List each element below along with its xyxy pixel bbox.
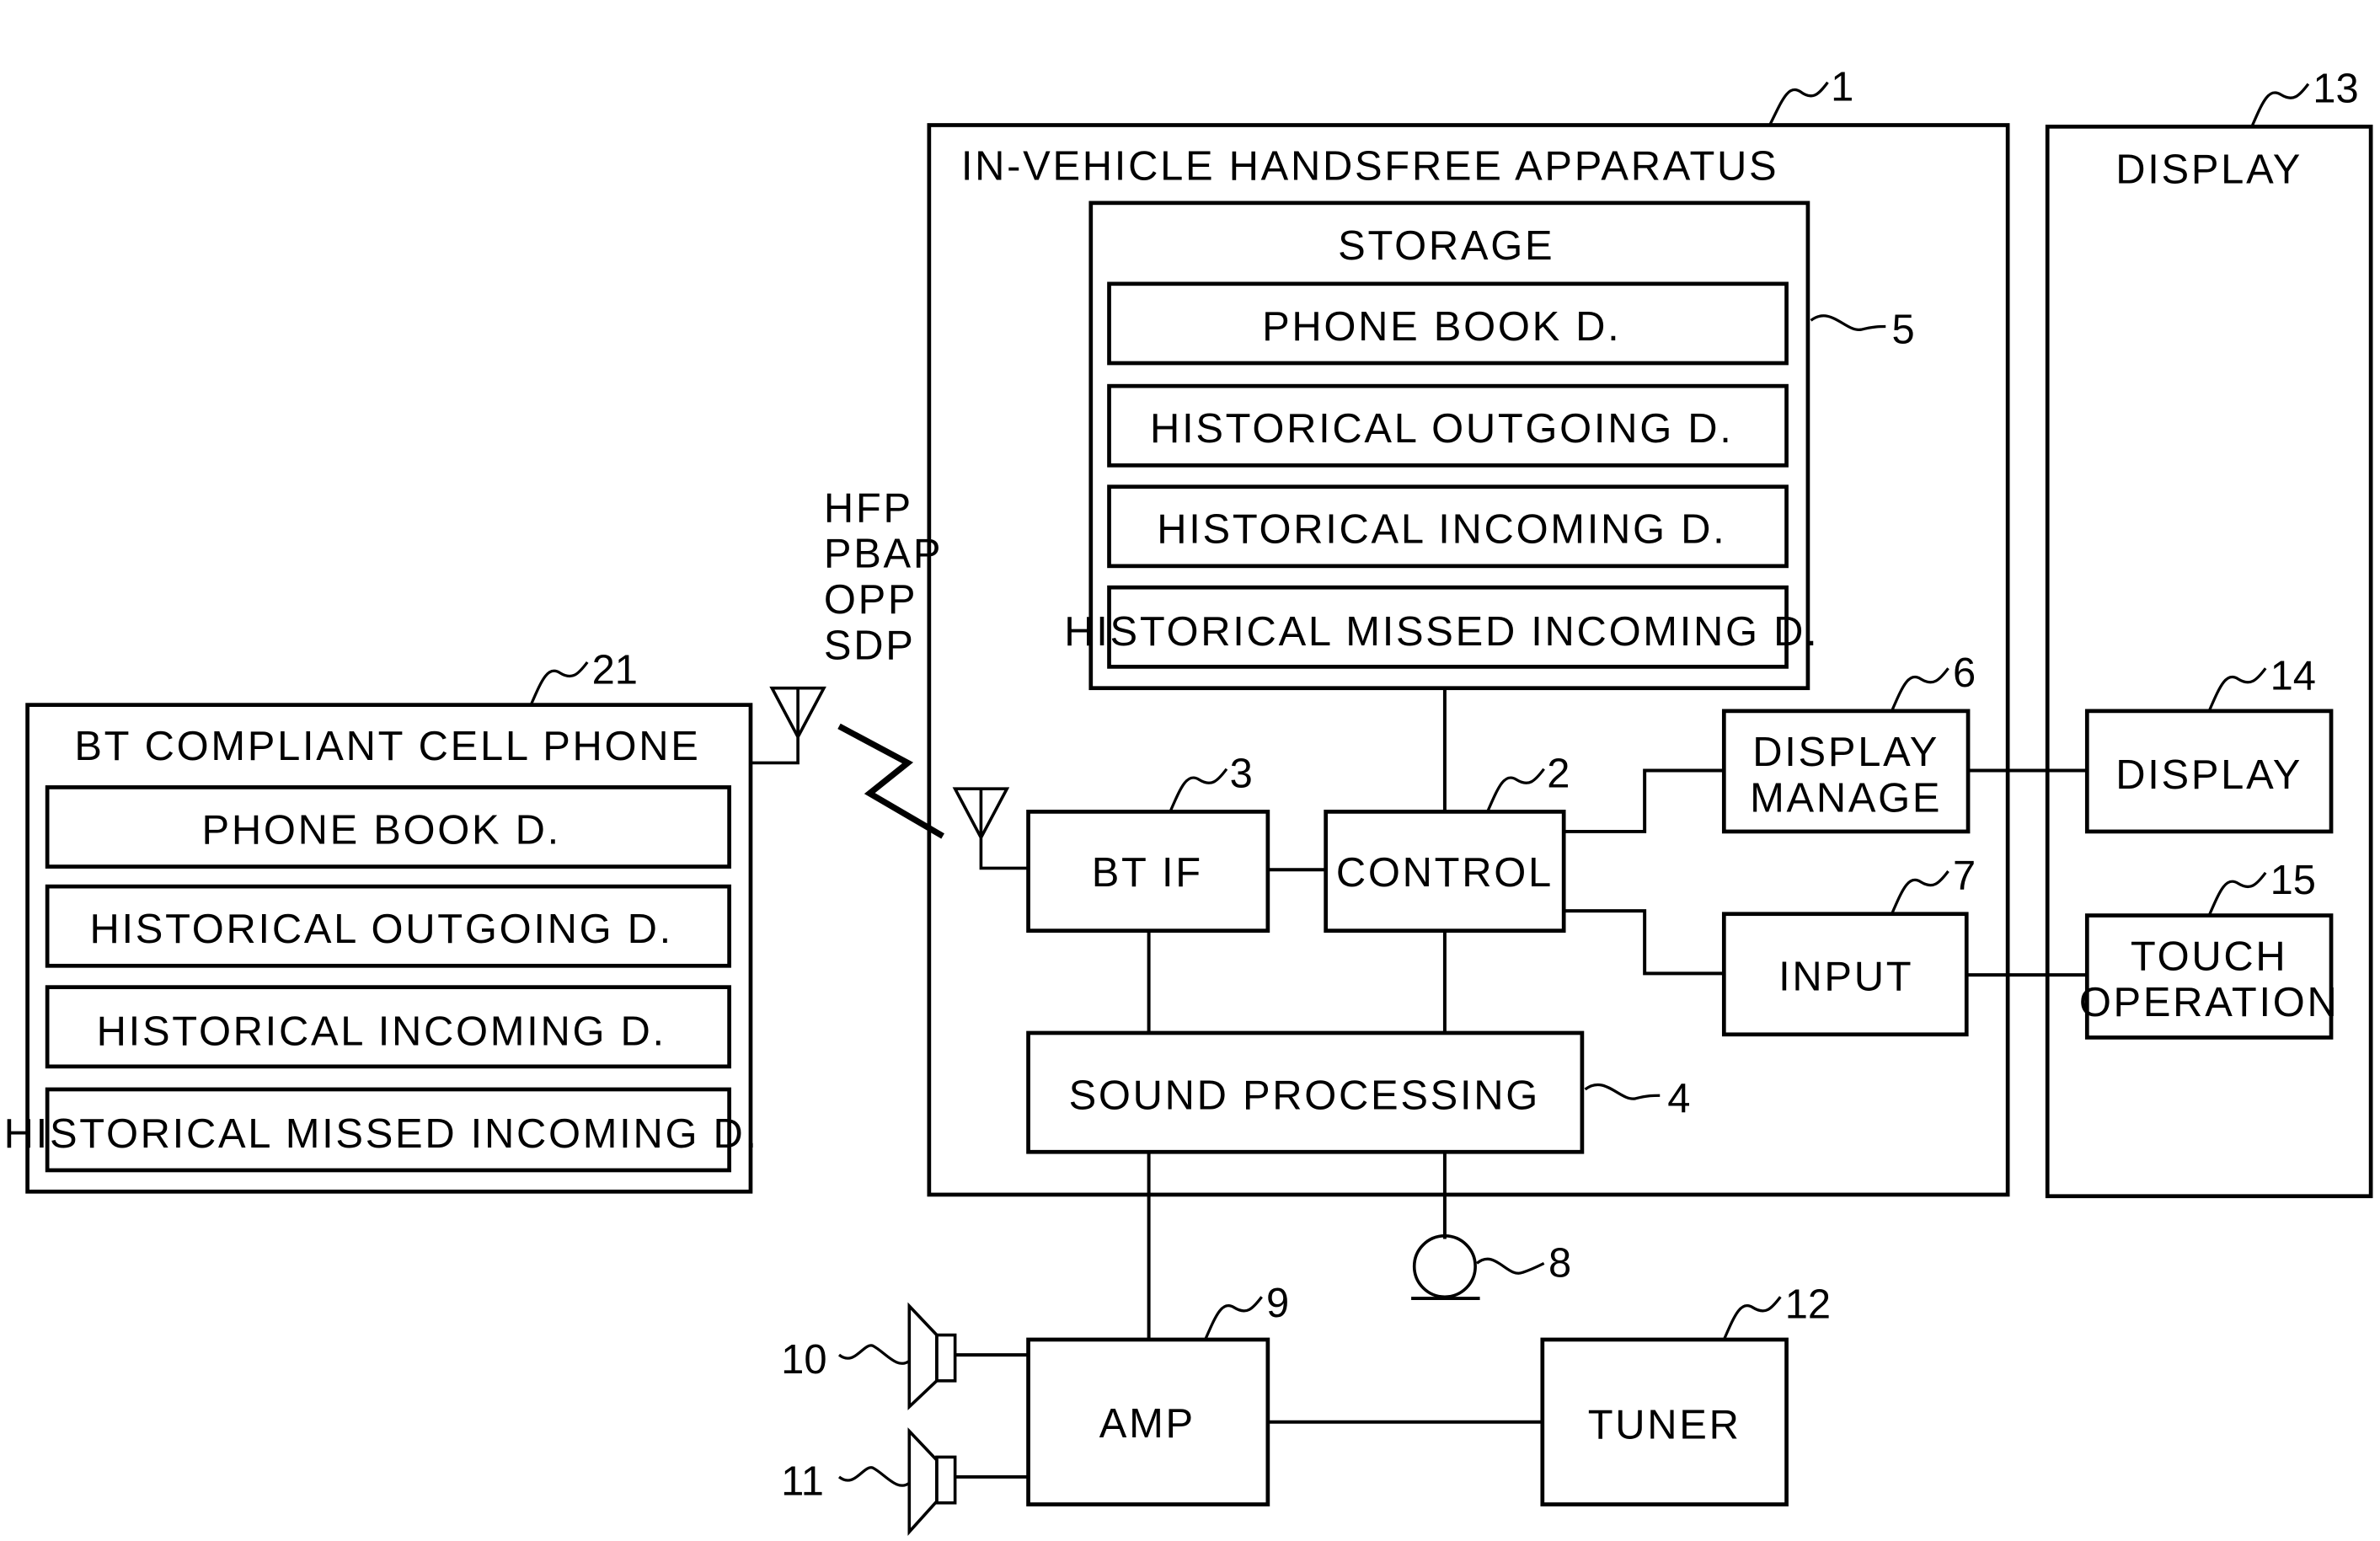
phone-item-label: HISTORICAL MISSED INCOMING D. xyxy=(4,1111,759,1157)
display-manage-ref: 6 xyxy=(1953,650,1976,696)
cell-phone-ref-leader xyxy=(529,661,589,706)
cell-phone-ref: 21 xyxy=(592,647,638,693)
phone-antenna-icon xyxy=(750,686,826,765)
touch-operation-ref: 15 xyxy=(2270,858,2316,903)
microphone-ref-leader xyxy=(1475,1257,1545,1275)
display-unit-label: DISPLAY xyxy=(2115,147,2302,192)
bt-if-ref: 3 xyxy=(1230,751,1253,796)
storage-item-label: HISTORICAL OUTGOING D. xyxy=(1150,406,1733,452)
sound-processing-ref: 4 xyxy=(1667,1076,1690,1121)
display-manage-label-line1: DISPLAY xyxy=(1752,730,1939,775)
phone-item-label: PHONE BOOK D. xyxy=(202,807,561,853)
storage-ref: 5 xyxy=(1892,307,1915,352)
apparatus-ref: 1 xyxy=(1831,65,1853,110)
protocol-opp: OPP xyxy=(824,577,917,623)
display-unit-block: DISPLAY 13 DISPLAY 14 TOUCH OPERATION 15 xyxy=(2045,66,2373,1199)
display-unit-ref: 13 xyxy=(2313,66,2358,111)
amp-ref: 9 xyxy=(1266,1281,1289,1326)
protocol-hfp: HFP xyxy=(824,485,913,531)
phone-item-label: HISTORICAL OUTGOING D. xyxy=(89,907,672,952)
tuner-ref-leader xyxy=(1722,1296,1782,1340)
speaker-10-ref-leader xyxy=(837,1344,911,1365)
storage-item-label: HISTORICAL INCOMING D. xyxy=(1157,507,1726,553)
amp-ref-leader xyxy=(1204,1296,1263,1340)
storage-label: STORAGE xyxy=(1338,223,1554,269)
cell-phone-label: BT COMPLIANT CELL PHONE xyxy=(74,724,700,769)
input-label: INPUT xyxy=(1778,954,1913,999)
microphone-icon xyxy=(1411,1234,1480,1301)
phone-item-label: HISTORICAL INCOMING D. xyxy=(97,1009,666,1054)
display-screen-label: DISPLAY xyxy=(2115,752,2302,798)
storage-item-label: PHONE BOOK D. xyxy=(1262,304,1621,350)
tuner-ref: 12 xyxy=(1785,1282,1831,1328)
microphone-ref: 8 xyxy=(1548,1241,1571,1287)
protocol-pbap: PBAP xyxy=(824,532,943,577)
control-label: CONTROL xyxy=(1336,850,1554,896)
protocol-sdp: SDP xyxy=(824,623,916,668)
amp-block: AMP 9 xyxy=(1026,1281,1289,1506)
block-diagram: IN-VEHICLE HANDSFREE APPARATUS 1 STORAGE… xyxy=(4,65,2373,1536)
cell-phone-block: BT COMPLIANT CELL PHONE PHONE BOOK D. HI… xyxy=(4,647,759,1194)
touch-operation-label-line2: OPERATION xyxy=(2079,980,2340,1025)
speaker-10-ref: 10 xyxy=(781,1337,826,1383)
speaker-10-icon xyxy=(907,1302,957,1410)
input-ref: 7 xyxy=(1953,853,1976,899)
display-manage-label-line2: MANAGE xyxy=(1750,775,1942,821)
speaker-11-ref-leader xyxy=(837,1466,911,1487)
storage-block: STORAGE PHONE BOOK D. HISTORICAL OUTGOIN… xyxy=(1064,201,1915,691)
protocol-list: HFP PBAP OPP SDP xyxy=(824,485,943,668)
amp-label: AMP xyxy=(1099,1401,1195,1447)
bt-if-label: BT IF xyxy=(1092,850,1203,896)
storage-item-label: HISTORICAL MISSED INCOMING D. xyxy=(1064,609,1819,655)
sound-processing-label: SOUND PROCESSING xyxy=(1069,1073,1540,1119)
touch-operation-label-line1: TOUCH xyxy=(2131,934,2287,980)
speaker-11-ref: 11 xyxy=(781,1459,824,1505)
display-screen-ref: 14 xyxy=(2270,654,2316,699)
control-ref: 2 xyxy=(1547,751,1570,796)
display-unit-ref-leader xyxy=(2250,83,2310,127)
apparatus-label: IN-VEHICLE HANDSFREE APPARATUS xyxy=(961,144,1778,190)
apparatus-ref-leader xyxy=(1768,81,1829,126)
speaker-11-icon xyxy=(907,1427,957,1536)
tuner-block: TUNER 12 xyxy=(1540,1282,1831,1506)
tuner-label: TUNER xyxy=(1588,1403,1741,1448)
